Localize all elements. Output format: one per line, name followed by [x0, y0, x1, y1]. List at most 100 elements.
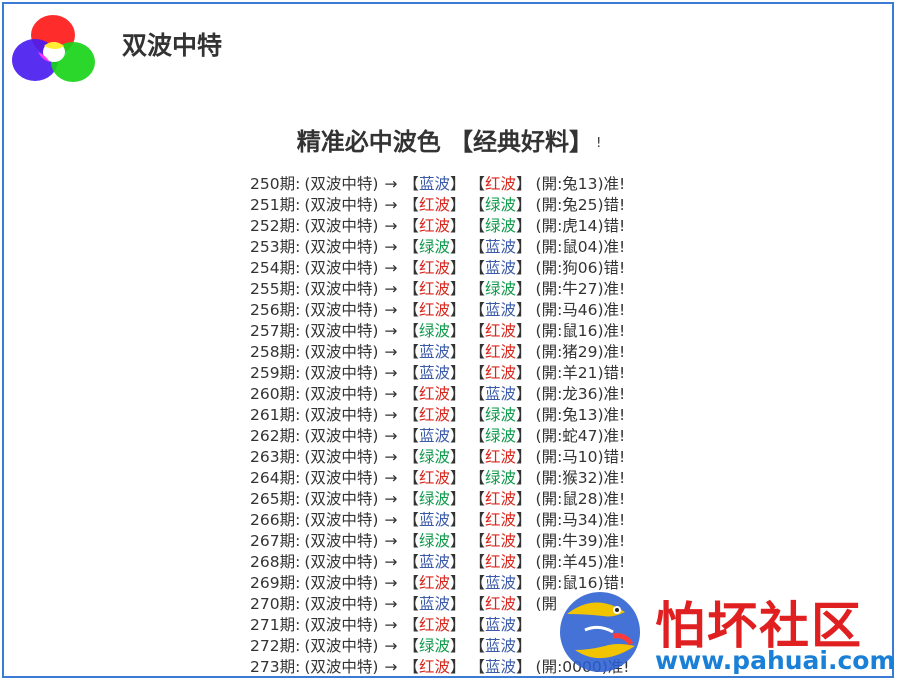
- wave-color-text: 红波: [418, 217, 450, 235]
- wave-color-2: 【红波】: [469, 490, 532, 508]
- wave-color-text: 绿波: [484, 196, 516, 214]
- wave-color-2: 【蓝波】: [469, 385, 532, 403]
- wave-color-text: 红波: [418, 301, 450, 319]
- wave-color-2: 【蓝波】: [469, 301, 532, 319]
- wave-color-1: 【红波】: [403, 406, 466, 424]
- list-item: 262期: (双波中特) → 【蓝波】 【绿波】 (開:蛇47)准!: [250, 426, 670, 447]
- wave-color-1: 【红波】: [403, 616, 466, 634]
- result-text: (開:牛27)准!: [535, 280, 626, 298]
- type-label: (双波中特): [304, 280, 379, 298]
- wave-color-text: 蓝波: [484, 385, 516, 403]
- wave-color-text: 红波: [418, 196, 450, 214]
- wave-color-text: 蓝波: [484, 616, 516, 634]
- list-item: 252期: (双波中特) → 【红波】 【绿波】 (開:虎14)错!: [250, 216, 670, 237]
- wave-color-text: 红波: [484, 175, 516, 193]
- arrow: →: [384, 469, 398, 487]
- period-label: 271期:: [250, 616, 301, 634]
- period-label: 266期:: [250, 511, 301, 529]
- wave-color-1: 【蓝波】: [403, 175, 466, 193]
- list-item: 263期: (双波中特) → 【绿波】 【红波】 (開:马10)错!: [250, 447, 670, 468]
- wave-color-1: 【蓝波】: [403, 595, 466, 613]
- arrow: →: [384, 238, 398, 256]
- wave-color-2: 【红波】: [469, 322, 532, 340]
- fish-logo-icon: [560, 592, 640, 672]
- wave-color-2: 【蓝波】: [469, 637, 532, 655]
- list-item: 267期: (双波中特) → 【绿波】 【红波】 (開:牛39)准!: [250, 531, 670, 552]
- arrow: →: [384, 364, 398, 382]
- wave-color-text: 红波: [418, 259, 450, 277]
- wave-color-2: 【蓝波】: [469, 259, 532, 277]
- list-item: 254期: (双波中特) → 【红波】 【蓝波】 (開:狗06)错!: [250, 258, 670, 279]
- wave-color-text: 红波: [484, 553, 516, 571]
- arrow: →: [384, 574, 398, 592]
- wave-color-text: 绿波: [484, 469, 516, 487]
- result-text: (開:兔13)准!: [535, 175, 626, 193]
- arrow: →: [384, 490, 398, 508]
- type-label: (双波中特): [304, 217, 379, 235]
- type-label: (双波中特): [304, 343, 379, 361]
- wave-color-text: 绿波: [484, 280, 516, 298]
- wave-color-2: 【蓝波】: [469, 238, 532, 256]
- list-item: 261期: (双波中特) → 【红波】 【绿波】 (開:兔13)准!: [250, 405, 670, 426]
- wave-color-text: 红波: [418, 280, 450, 298]
- wave-color-text: 蓝波: [484, 637, 516, 655]
- period-label: 256期:: [250, 301, 301, 319]
- list-item: 255期: (双波中特) → 【红波】 【绿波】 (開:牛27)准!: [250, 279, 670, 300]
- list-item: 258期: (双波中特) → 【蓝波】 【红波】 (開:猪29)准!: [250, 342, 670, 363]
- wave-color-2: 【绿波】: [469, 469, 532, 487]
- type-label: (双波中特): [304, 301, 379, 319]
- wave-color-text: 红波: [418, 574, 450, 592]
- arrow: →: [384, 175, 398, 193]
- arrow: →: [384, 616, 398, 634]
- wave-color-text: 绿波: [418, 322, 450, 340]
- wave-color-1: 【蓝波】: [403, 511, 466, 529]
- wave-color-1: 【红波】: [403, 574, 466, 592]
- wave-color-1: 【绿波】: [403, 322, 466, 340]
- site-title: 双波中特: [122, 31, 223, 60]
- wave-color-2: 【绿波】: [469, 280, 532, 298]
- wave-color-text: 红波: [418, 658, 450, 676]
- headline-suffix: !: [596, 135, 602, 151]
- result-text: (開:兔25)错!: [535, 196, 626, 214]
- wave-color-2: 【红波】: [469, 343, 532, 361]
- wave-color-text: 绿波: [418, 637, 450, 655]
- period-label: 257期:: [250, 322, 301, 340]
- type-label: (双波中特): [304, 427, 379, 445]
- arrow: →: [384, 259, 398, 277]
- wave-color-1: 【红波】: [403, 469, 466, 487]
- list-item: 250期: (双波中特) → 【蓝波】 【红波】 (開:兔13)准!: [250, 174, 670, 195]
- period-label: 260期:: [250, 385, 301, 403]
- type-label: (双波中特): [304, 595, 379, 613]
- arrow: →: [384, 385, 398, 403]
- wave-color-1: 【红波】: [403, 385, 466, 403]
- period-label: 263期:: [250, 448, 301, 466]
- wave-color-2: 【绿波】: [469, 196, 532, 214]
- wave-color-1: 【绿波】: [403, 490, 466, 508]
- watermark-url: www.pahuai.com: [655, 646, 896, 675]
- type-label: (双波中特): [304, 553, 379, 571]
- arrow: →: [384, 658, 398, 676]
- result-text: (開:蛇47)准!: [535, 427, 626, 445]
- arrow: →: [384, 553, 398, 571]
- period-label: 268期:: [250, 553, 301, 571]
- result-text: (開:鼠16)准!: [535, 322, 626, 340]
- type-label: (双波中特): [304, 259, 379, 277]
- list-item: 260期: (双波中特) → 【红波】 【蓝波】 (開:龙36)准!: [250, 384, 670, 405]
- period-label: 265期:: [250, 490, 301, 508]
- list-item: 268期: (双波中特) → 【蓝波】 【红波】 (開:羊45)准!: [250, 552, 670, 573]
- wave-color-2: 【绿波】: [469, 217, 532, 235]
- wave-color-text: 蓝波: [418, 364, 450, 382]
- wave-color-text: 蓝波: [418, 175, 450, 193]
- type-label: (双波中特): [304, 511, 379, 529]
- type-label: (双波中特): [304, 385, 379, 403]
- wave-color-text: 红波: [418, 406, 450, 424]
- wave-color-text: 红波: [418, 385, 450, 403]
- arrow: →: [384, 595, 398, 613]
- list-item: 259期: (双波中特) → 【蓝波】 【红波】 (開:羊21)错!: [250, 363, 670, 384]
- arrow: →: [384, 322, 398, 340]
- wave-color-text: 蓝波: [484, 238, 516, 256]
- period-label: 270期:: [250, 595, 301, 613]
- arrow: →: [384, 406, 398, 424]
- arrow: →: [384, 511, 398, 529]
- wave-color-text: 蓝波: [418, 595, 450, 613]
